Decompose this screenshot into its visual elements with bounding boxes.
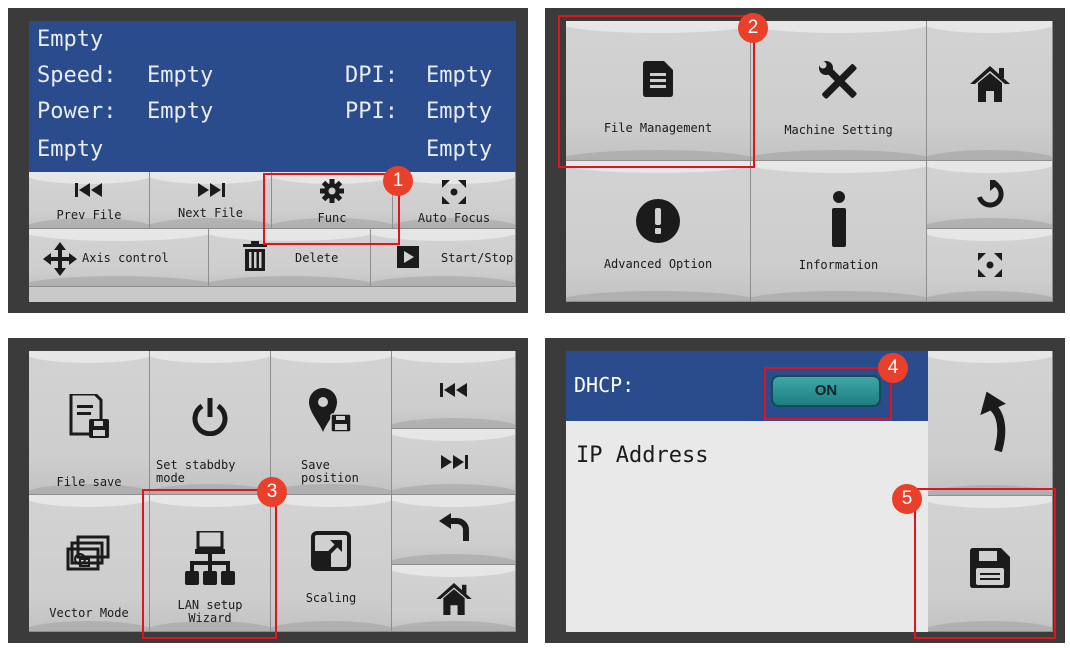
ip-address-label: IP Address: [576, 443, 709, 468]
dpi-value: Empty: [426, 63, 493, 88]
focus-button[interactable]: [927, 229, 1053, 302]
prev-file-button[interactable]: Prev File: [29, 172, 150, 229]
step-badge-3: 3: [257, 477, 287, 507]
ppi-value: Empty: [426, 99, 493, 124]
document-icon: [643, 61, 673, 97]
step-badge-1: 1: [383, 166, 413, 196]
file-management-button[interactable]: File Management: [566, 21, 751, 161]
vector-mode-icon: [66, 535, 110, 571]
axis-control-button[interactable]: Axis control: [29, 229, 209, 287]
power-value: Empty: [147, 99, 214, 124]
back-button[interactable]: [392, 495, 516, 565]
start-stop-label: Start/Stop: [441, 251, 514, 265]
save-position-button[interactable]: Save position: [271, 351, 392, 495]
back-button[interactable]: [928, 351, 1053, 496]
main-screen: Empty Speed: Empty DPI: Empty Power: Emp…: [29, 21, 516, 302]
save-position-label: Save position: [301, 458, 359, 485]
trash-icon: [243, 241, 267, 271]
ppi-label: PPI:: [345, 99, 398, 124]
prev-file-label: Prev File: [56, 208, 122, 222]
delete-label: Delete: [295, 251, 339, 265]
auto-focus-label: Auto Focus: [417, 211, 491, 225]
function-menu-screen: File Management Machine Setting Advanced…: [566, 21, 1053, 302]
exclamation-icon: [636, 199, 680, 243]
scaling-button[interactable]: Scaling: [271, 495, 392, 632]
prev-button[interactable]: [392, 351, 516, 429]
vector-mode-button[interactable]: Vector Mode: [29, 495, 150, 632]
back-arrow-icon: [438, 513, 469, 541]
location-save-icon: [309, 388, 352, 433]
lan-setup-button[interactable]: LAN setup Wizard: [150, 495, 271, 632]
status-right-text: Empty: [426, 137, 493, 162]
home-icon: [435, 583, 472, 615]
scaling-icon: [311, 531, 351, 571]
floppy-save-icon: [970, 548, 1010, 588]
start-stop-button[interactable]: Start/Stop: [371, 229, 516, 287]
scaling-label: Scaling: [305, 591, 357, 605]
speed-label: Speed:: [37, 63, 117, 88]
skip-forward-icon: [440, 455, 468, 469]
status-display: Empty Speed: Empty DPI: Empty Power: Emp…: [29, 21, 516, 172]
next-file-label: Next File: [177, 206, 244, 220]
status-left-text: Empty: [37, 137, 104, 162]
next-button[interactable]: [392, 429, 516, 495]
advanced-option-button[interactable]: Advanced Option: [566, 161, 751, 302]
machine-setting-label: Machine Setting: [784, 123, 893, 137]
back-arrow-icon: [980, 391, 1006, 453]
refresh-button[interactable]: [927, 161, 1053, 229]
axis-control-label: Axis control: [82, 251, 169, 265]
home-button[interactable]: [927, 21, 1053, 161]
dhcp-label: DHCP:: [574, 373, 635, 397]
axis-arrows-icon: [43, 242, 77, 276]
lan-setup-label: LAN setup Wizard: [177, 598, 243, 625]
machine-setting-button[interactable]: Machine Setting: [751, 21, 927, 161]
file-management-label: File Management: [603, 121, 713, 135]
func-label: Func: [317, 211, 347, 225]
set-standby-label: Set stabdby mode: [156, 458, 236, 485]
step-badge-4: 4: [878, 353, 908, 383]
step-badge-5: 5: [892, 484, 922, 514]
refresh-icon: [976, 180, 1004, 208]
home-button[interactable]: [392, 565, 516, 632]
function-menu-panel: File Management Machine Setting Advanced…: [545, 8, 1065, 313]
vector-mode-label: Vector Mode: [49, 606, 129, 620]
advanced-option-label: Advanced Option: [603, 257, 713, 271]
lan-setup-screen: DHCP: ON IP Address: [566, 351, 1053, 632]
lan-setup-panel: DHCP: ON IP Address: [545, 338, 1065, 643]
skip-back-icon: [75, 183, 102, 197]
func-button[interactable]: Func: [272, 172, 393, 229]
play-icon: [397, 246, 419, 268]
gear-icon: [320, 179, 344, 203]
dpi-label: DPI:: [345, 63, 398, 88]
skip-forward-icon: [197, 183, 225, 197]
next-file-button[interactable]: Next File: [150, 172, 272, 229]
file-save-icon: [69, 394, 109, 438]
skip-back-icon: [439, 383, 467, 397]
information-label: Information: [798, 258, 879, 272]
file-name-text: Empty: [37, 27, 104, 52]
dhcp-bar: DHCP: ON: [566, 351, 928, 421]
power-icon: [192, 398, 228, 436]
save-button[interactable]: [928, 496, 1053, 632]
focus-icon: [977, 253, 1002, 277]
information-button[interactable]: Information: [751, 161, 927, 302]
speed-value: Empty: [147, 63, 214, 88]
home-icon: [969, 66, 1010, 102]
main-screen-panel: Empty Speed: Empty DPI: Empty Power: Emp…: [8, 8, 528, 313]
focus-icon: [442, 180, 466, 204]
dhcp-toggle[interactable]: ON: [771, 375, 881, 407]
delete-button[interactable]: Delete: [209, 229, 371, 287]
info-icon: [831, 191, 846, 247]
file-save-label: File save: [56, 475, 122, 489]
set-standby-button[interactable]: Set stabdby mode: [150, 351, 271, 495]
wrench-screwdriver-icon: [818, 61, 857, 99]
step-badge-2: 2: [738, 13, 768, 43]
file-save-button[interactable]: File save: [29, 351, 150, 495]
ip-address-area: IP Address: [566, 421, 928, 632]
power-label: Power:: [37, 99, 117, 124]
network-icon: [185, 531, 235, 585]
